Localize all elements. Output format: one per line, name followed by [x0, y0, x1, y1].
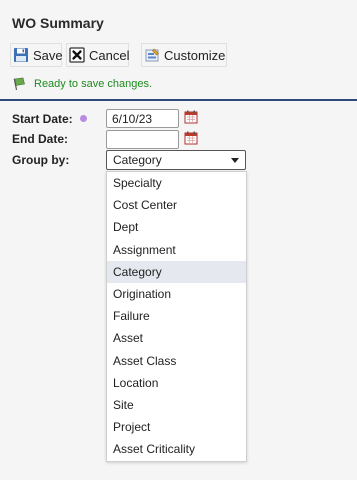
required-dot [80, 115, 87, 122]
customize-icon [144, 47, 160, 63]
customize-button[interactable]: Customize [141, 43, 227, 67]
dropdown-option[interactable]: Location [107, 372, 246, 394]
floppy-disk-icon [13, 47, 29, 63]
start-date-calendar-icon[interactable] [184, 110, 198, 124]
group-by-label: Group by: [12, 153, 70, 167]
dropdown-option[interactable]: Failure [107, 305, 246, 327]
status-text: Ready to save changes. [34, 78, 153, 90]
end-date-calendar-icon[interactable] [184, 131, 198, 145]
group-by-dropdown-list: Specialty Cost Center Dept Assignment Ca… [106, 171, 247, 462]
dropdown-option[interactable]: Asset [107, 327, 246, 349]
x-box-icon [69, 47, 85, 63]
customize-label: Customize [164, 47, 226, 63]
dropdown-option[interactable]: Specialty [107, 172, 246, 194]
dropdown-option[interactable]: Asset Criticality [107, 438, 246, 460]
cancel-label: Cancel [89, 47, 130, 63]
dropdown-option[interactable]: Cost Center [107, 194, 246, 216]
dropdown-option[interactable]: Site [107, 394, 246, 416]
start-date-label: Start Date: [12, 112, 73, 126]
page-title: WO Summary [12, 15, 104, 31]
group-by-select[interactable]: Category [106, 150, 246, 170]
start-date-input[interactable] [106, 109, 179, 128]
save-label: Save [33, 47, 63, 63]
dropdown-option[interactable]: Asset Class [107, 350, 246, 372]
dropdown-option[interactable]: Dept [107, 216, 246, 238]
group-by-selected-value: Category [113, 153, 162, 167]
end-date-label: End Date: [12, 132, 69, 146]
dropdown-option[interactable]: Origination [107, 283, 246, 305]
save-button[interactable]: Save [10, 43, 63, 67]
section-divider [0, 99, 357, 101]
flag-icon [12, 77, 26, 91]
chevron-down-icon [231, 157, 239, 163]
dropdown-option[interactable]: Project [107, 416, 246, 438]
dropdown-option-selected[interactable]: Category [107, 260, 246, 283]
cancel-button[interactable]: Cancel [66, 43, 129, 67]
status-message: Ready to save changes. [12, 77, 152, 91]
end-date-input[interactable] [106, 130, 179, 149]
dropdown-option[interactable]: Assignment [107, 239, 246, 261]
